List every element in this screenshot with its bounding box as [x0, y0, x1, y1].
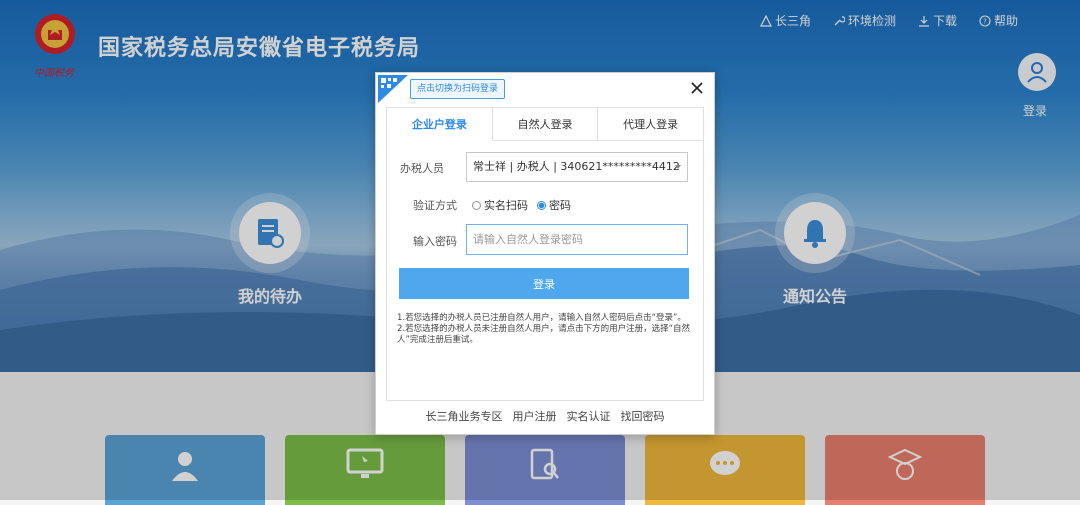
chevron-down-icon [675, 165, 681, 169]
radio-realname-scan[interactable]: 实名扫码 [472, 197, 528, 213]
password-label: 输入密码 [413, 235, 457, 248]
qr-code-icon[interactable] [378, 75, 408, 103]
link-recover-password[interactable]: 找回密码 [621, 408, 665, 424]
tab-individual-login[interactable]: 自然人登录 [492, 108, 599, 141]
close-icon[interactable] [690, 81, 704, 95]
taxpayer-select[interactable]: 常士祥 | 办税人 | 340621*********4412 [466, 152, 688, 182]
login-tabs: 企业户登录 自然人登录 代理人登录 [386, 107, 704, 141]
password-input[interactable] [466, 224, 688, 255]
radio-password[interactable]: 密码 [537, 197, 571, 213]
link-realname-auth[interactable]: 实名认证 [567, 408, 611, 424]
radio-button-on [537, 200, 546, 210]
verify-label: 验证方式 [413, 199, 457, 212]
tab-enterprise-login[interactable]: 企业户登录 [387, 108, 493, 141]
radio-label: 密码 [549, 199, 571, 212]
taxpayer-label: 办税人员 [400, 162, 444, 175]
login-modal: 点击切换为扫码登录 企业户登录 自然人登录 代理人登录 办税人员 常士祥 | 办… [375, 72, 715, 435]
login-notes: 1.若您选择的办税人员已注册自然人用户，请输入自然人密码后点击“登录”。 2.若… [397, 313, 693, 346]
modal-footer-links: 长三角业务专区 用户注册 实名认证 找回密码 [376, 408, 714, 424]
login-button[interactable]: 登录 [399, 268, 689, 299]
note-2: 2.若您选择的办税人员未注册自然人用户，请点击下方的用户注册，选择“自然人”完成… [397, 324, 691, 345]
radio-label: 实名扫码 [484, 199, 528, 212]
taxpayer-select-value: 常士祥 | 办税人 | 340621*********4412 [473, 160, 680, 173]
link-register[interactable]: 用户注册 [513, 408, 557, 424]
note-1: 1.若您选择的办税人员已注册自然人用户，请输入自然人密码后点击“登录”。 [397, 313, 686, 323]
link-yangtze-zone[interactable]: 长三角业务专区 [426, 408, 503, 424]
tab-agent-login[interactable]: 代理人登录 [598, 108, 704, 141]
qr-switch-tip[interactable]: 点击切换为扫码登录 [410, 79, 506, 99]
radio-button-off [472, 200, 481, 210]
